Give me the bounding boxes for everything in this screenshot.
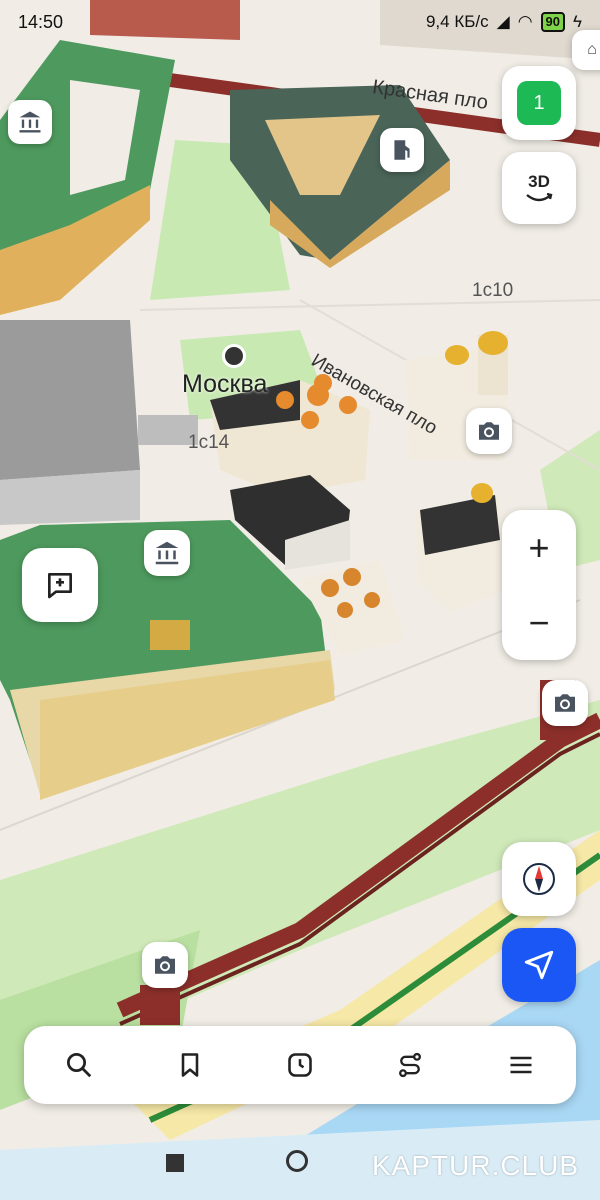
network-speed: 9,4 КБ/с (425, 12, 489, 31)
fuel-poi-icon[interactable] (380, 128, 424, 172)
status-right: 9,4 КБ/с ◢ ◠ 90 ϟ (426, 12, 582, 32)
status-time: 14:50 (18, 11, 64, 32)
history-tab[interactable] (270, 1035, 330, 1095)
building-roof (0, 320, 140, 480)
dome (339, 396, 357, 414)
signal-icon: ◢ (496, 12, 510, 31)
camera-poi-icon[interactable] (466, 408, 512, 454)
search-icon (67, 1053, 92, 1078)
battery-indicator: 90 (540, 12, 565, 32)
my-location-button[interactable] (502, 928, 576, 1002)
building-dome (150, 620, 190, 650)
dome (478, 331, 508, 355)
navigation-arrow-icon (524, 950, 554, 980)
add-review-button[interactable] (22, 548, 98, 622)
recent-apps-button[interactable] (166, 1154, 184, 1172)
status-bar: 14:50 9,4 КБ/с ◢ ◠ 90 ϟ (0, 0, 600, 44)
route-tab[interactable] (380, 1035, 440, 1095)
bookmark-icon (181, 1053, 198, 1077)
compass-button[interactable] (502, 842, 576, 916)
watermark: KAPTUR.CLUB (372, 1150, 580, 1181)
3d-label: 3D (528, 172, 550, 191)
dome (343, 568, 361, 586)
zoom-control: + − (502, 510, 576, 660)
bottom-nav-bar (24, 1026, 576, 1104)
notification-count: 1 (533, 91, 545, 114)
city-label-moskva[interactable]: Москва (182, 370, 267, 399)
wall-tower (140, 985, 180, 1025)
rotate-icon (526, 192, 553, 202)
zoom-in-button[interactable]: + (528, 529, 549, 566)
menu-tab[interactable] (491, 1035, 551, 1095)
route-icon (399, 1052, 422, 1078)
history-icon (288, 1053, 312, 1077)
notification-badge: 1 (517, 81, 561, 125)
building-number-1c10: 1с10 (472, 280, 514, 301)
museum-poi-icon[interactable] (8, 100, 52, 144)
dome (364, 592, 380, 608)
add-comment-icon (48, 573, 72, 599)
charging-icon: ϟ (573, 12, 582, 31)
wifi-icon: ◠ (517, 12, 533, 31)
museum-poi-icon[interactable] (144, 530, 190, 576)
menu-icon (510, 1056, 532, 1074)
camera-poi-icon[interactable] (142, 942, 188, 988)
dome (321, 579, 339, 597)
dome (337, 602, 353, 618)
compass-icon (523, 863, 555, 895)
3d-toggle-button[interactable]: 3D (502, 152, 576, 224)
dome (445, 345, 469, 365)
city-pin-icon[interactable] (225, 347, 243, 365)
dome (276, 391, 294, 409)
camera-poi-icon[interactable] (542, 680, 588, 726)
home-button[interactable] (286, 1150, 308, 1172)
bookmarks-tab[interactable] (160, 1035, 220, 1095)
search-tab[interactable] (49, 1035, 109, 1095)
dome (471, 483, 493, 503)
dome (301, 411, 319, 429)
building-number-1c14: 1с14 (188, 432, 230, 453)
zoom-out-button[interactable]: − (528, 604, 549, 641)
notifications-button[interactable]: 1 (502, 66, 576, 140)
